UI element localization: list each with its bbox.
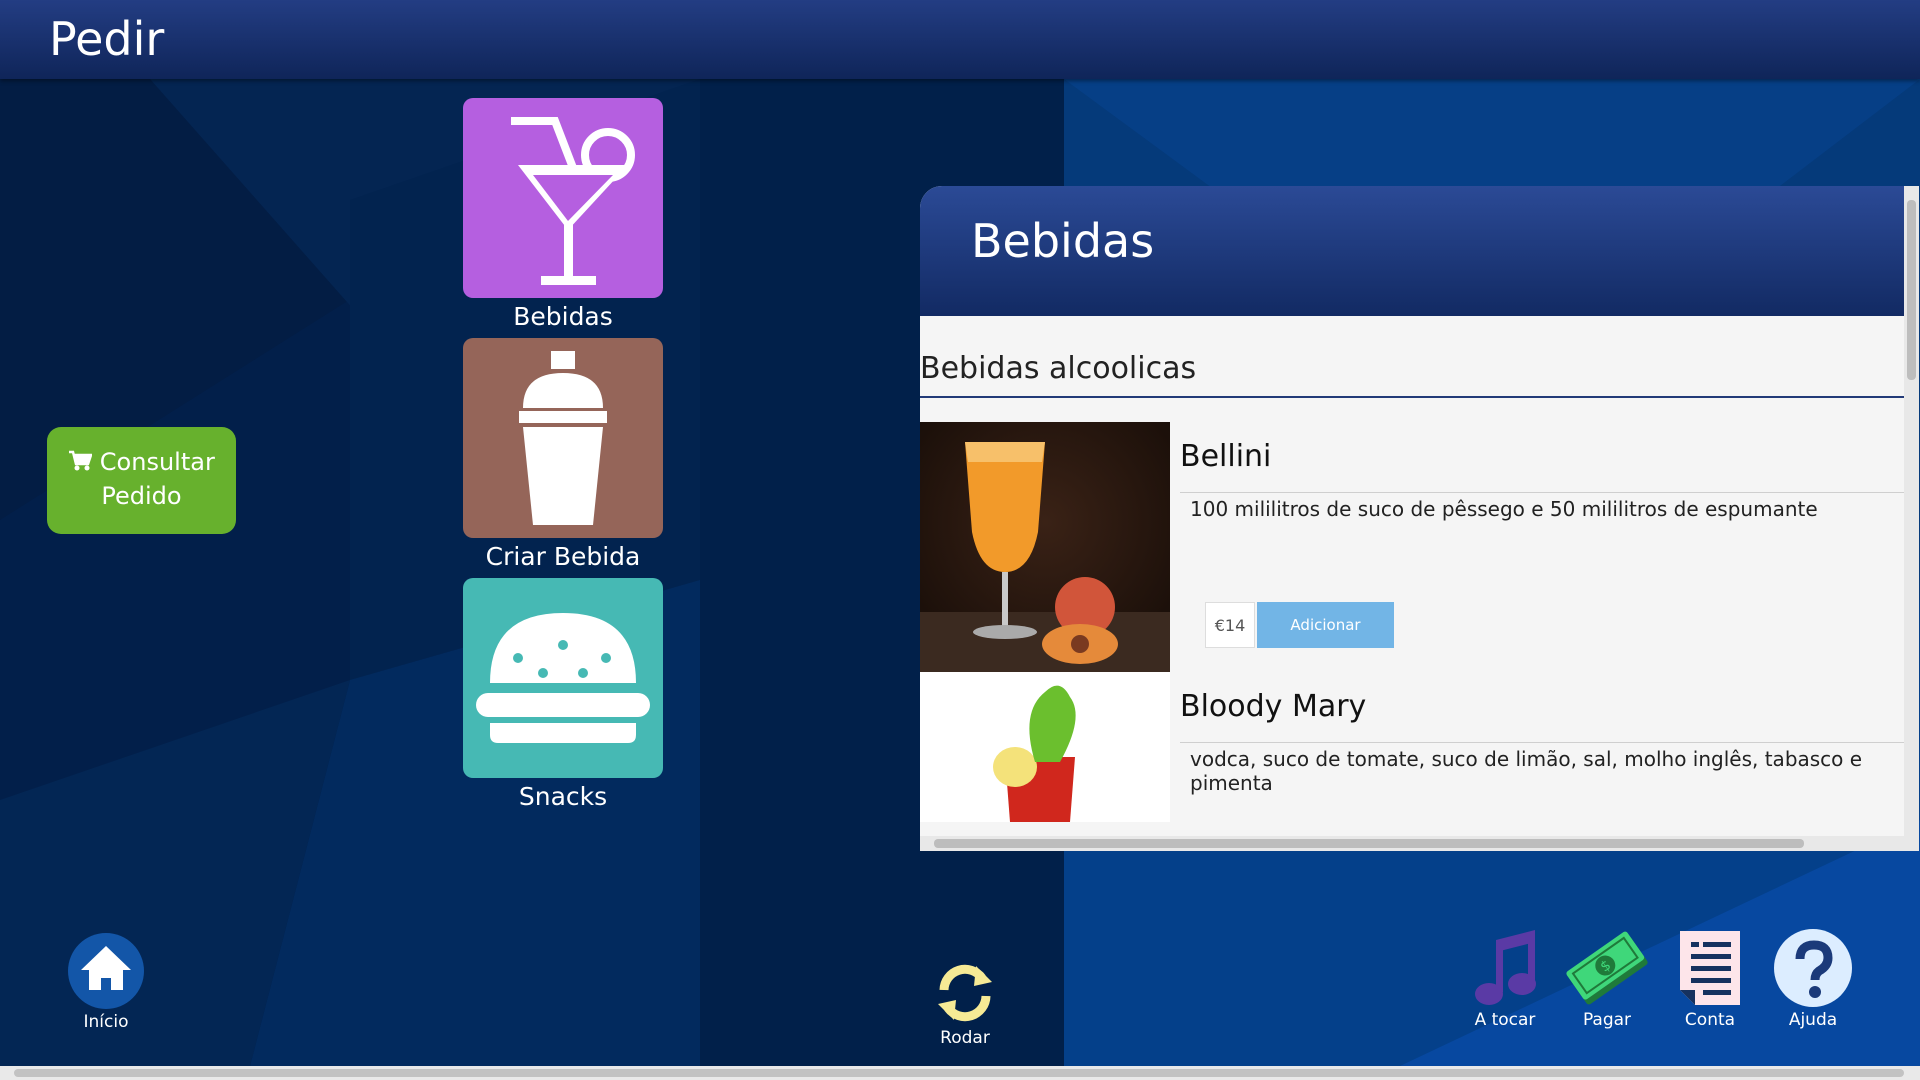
bill-button[interactable]: Conta [1670,928,1750,1030]
cocktail-icon [511,117,635,285]
item-description: 100 mililitros de suco de pêssego e 50 m… [1190,497,1818,521]
pay-button[interactable]: $ Pagar [1562,928,1652,1030]
category-bebidas-label: Bebidas [513,302,613,331]
bellini-image [920,422,1170,672]
pay-label: Pagar [1582,1010,1632,1030]
category-snacks-tile[interactable] [463,578,663,778]
burger-icon [476,613,650,743]
playing-button[interactable]: A tocar [1465,928,1545,1030]
category-criar-bebida-label: Criar Bebida [485,542,641,571]
panel-header: Bebidas [920,186,1904,316]
consult-order-button[interactable]: Consultar Pedido [47,427,236,534]
home-icon [68,933,144,1009]
item-description: vodca, suco de tomate, suco de limão, sa… [1190,747,1863,795]
item-divider [1180,492,1904,493]
bill-label: Conta [1684,1010,1736,1030]
panel-title: Bebidas [971,214,1155,268]
category-bebidas-tile[interactable] [463,98,663,298]
cart-icon [68,448,100,476]
consult-order-label-line2: Pedido [101,482,182,510]
scrollbar-thumb[interactable] [1907,200,1916,380]
rotate-button[interactable]: Rodar [925,960,1005,1048]
add-button[interactable]: Adicionar [1257,602,1394,648]
playing-label: A tocar [1474,1010,1536,1030]
help-icon [1774,929,1852,1007]
price-label: €14 [1205,602,1255,648]
category-bebidas[interactable]: Bebidas [463,98,663,331]
bloody-mary-image [920,672,1170,822]
category-criar-bebida[interactable]: Criar Bebida [463,338,663,571]
category-snacks-label: Snacks [518,782,608,811]
drinks-panel[interactable]: Bebidas Bebidas alcoolicas Bellini 100 m… [920,186,1919,851]
category-criar-bebida-tile[interactable] [463,338,663,538]
help-label: Ajuda [1788,1010,1838,1030]
page-horizontal-scrollbar[interactable] [0,1066,1920,1080]
panel-vertical-scrollbar[interactable] [1904,186,1919,836]
rotate-label: Rodar [940,1028,990,1048]
receipt-icon [1680,931,1740,1005]
home-label: Início [83,1012,129,1032]
section-title: Bebidas alcoolicas [920,351,1904,398]
help-button[interactable]: Ajuda [1773,928,1853,1030]
panel-horizontal-scrollbar[interactable] [920,836,1919,851]
shaker-icon [519,351,607,525]
item-name: Bellini [1180,439,1272,474]
scrollbar-thumb[interactable] [14,1069,1904,1077]
consult-order-label-line1: Consultar [99,448,215,476]
item-divider [1180,742,1904,743]
money-icon: $ [1566,931,1648,1005]
item-name: Bloody Mary [1180,689,1367,724]
page-title: Pedir [49,12,165,66]
scrollbar-thumb[interactable] [934,839,1804,848]
home-button[interactable]: Início [66,932,146,1032]
top-bar: Pedir [0,0,1920,79]
music-note-icon [1475,930,1536,1005]
category-snacks[interactable]: Snacks [463,578,663,811]
rotate-icon [938,964,992,1022]
